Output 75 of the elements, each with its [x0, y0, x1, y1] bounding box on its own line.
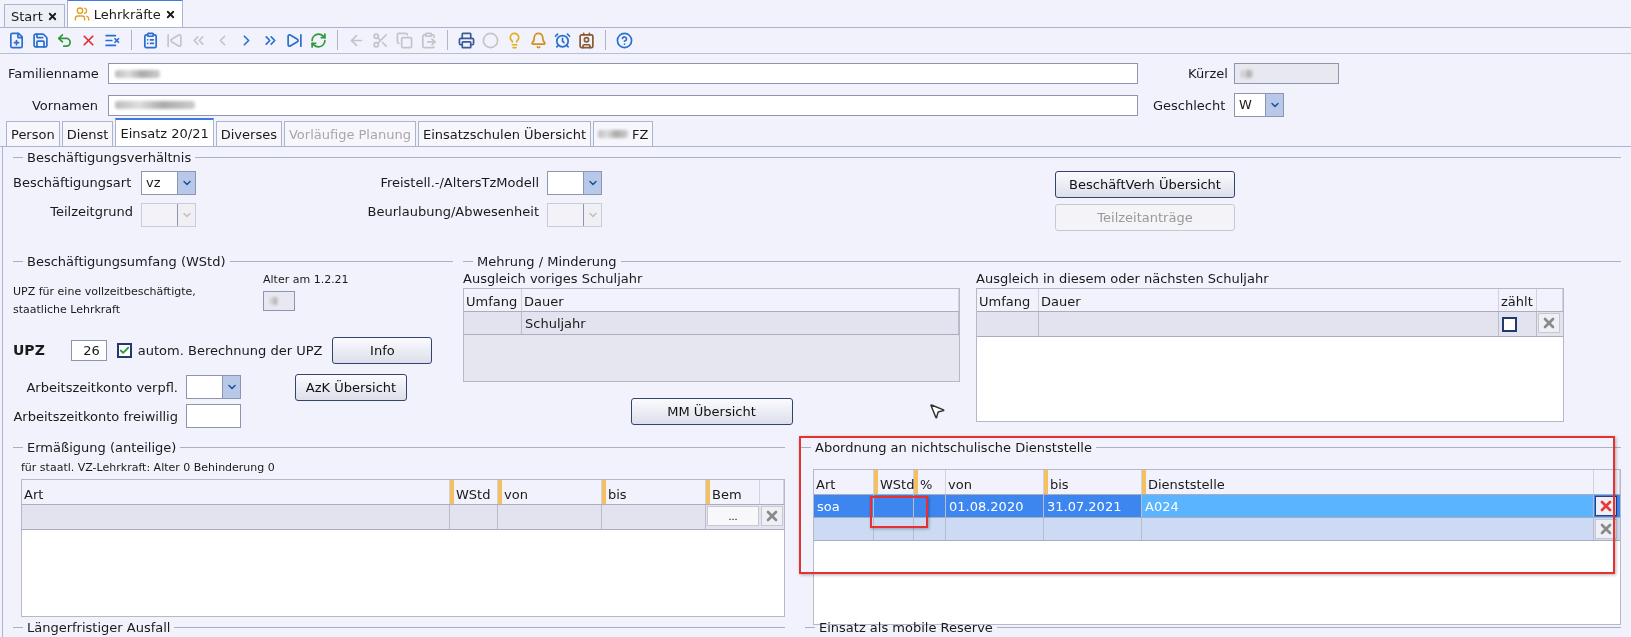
window-tab[interactable]: Start — [4, 4, 65, 27]
button[interactable]: MM Übersicht — [630, 398, 793, 425]
dropdown[interactable]: vz — [141, 171, 196, 195]
column-header: Art — [814, 470, 874, 494]
field-label: Vornamen — [30, 97, 99, 113]
dropdown[interactable]: W — [1234, 93, 1284, 118]
text-field[interactable] — [108, 63, 1138, 85]
button[interactable]: AzK Übersicht — [295, 373, 407, 401]
field-label: Beurlaubung/Abwesenheit — [367, 204, 539, 219]
delete-icon — [1541, 315, 1557, 331]
note-text: UPZ für eine vollzeitbeschäftigte, staatliche Lehrkraft — [13, 284, 197, 318]
tab[interactable]: Dienst — [61, 121, 114, 146]
section-title: Ermäßigung (anteilige) — [27, 439, 177, 455]
field-label: Arbeitszeitkonto verpfl. — [25, 379, 178, 395]
ellipsis-button[interactable]: ... — [707, 506, 759, 526]
table-title: Ausgleich in diesem oder nächsten Schuljahr — [976, 271, 1270, 286]
column-header: Art — [22, 480, 450, 504]
table-cell: soa — [814, 495, 874, 517]
text-field[interactable] — [263, 291, 295, 311]
field-label: Familienname — [8, 66, 100, 82]
blurred-text-drawing — [1241, 69, 1253, 78]
close-icon[interactable] — [164, 8, 176, 20]
dropdown[interactable] — [186, 375, 241, 399]
table-cell: Schuljahr — [522, 312, 959, 334]
checkbox[interactable] — [116, 342, 132, 358]
column-header: Dauer — [522, 289, 959, 311]
close-icon[interactable] — [46, 10, 58, 22]
tab[interactable]: Person — [6, 121, 60, 146]
window-tab[interactable]: Lehrkräfte — [66, 0, 183, 27]
section-title: Beschäftigungsumfang (WStd) — [27, 253, 226, 269]
tab[interactable]: FZ — [593, 121, 654, 146]
table-title: Ausgleich voriges Schuljahr — [463, 271, 644, 286]
checkbox[interactable] — [1502, 316, 1517, 332]
field-label: Alter am 1.2.21 — [263, 272, 349, 288]
checkbox-label: autom. Berechnung der UPZ — [137, 342, 323, 358]
field-label: Teilzeitgrund — [50, 204, 133, 219]
table-cell: 01.08.2020 — [946, 495, 1044, 517]
column-header: von — [946, 470, 1044, 494]
blurred-text-drawing — [598, 130, 628, 138]
field-label: Geschlecht — [1153, 97, 1227, 113]
field-label: UPZ — [13, 342, 45, 358]
delete-row-button[interactable] — [1595, 496, 1617, 516]
blurred-text-drawing — [270, 297, 278, 305]
column-header: zählt — [1499, 289, 1537, 311]
field-label: Kürzel — [1188, 66, 1229, 82]
column-header: Umfang — [977, 289, 1039, 311]
mouse-cursor-icon — [928, 402, 946, 420]
text-field[interactable] — [1234, 63, 1339, 85]
column-header: Dauer — [1039, 289, 1499, 311]
text-field[interactable] — [186, 404, 241, 428]
section-title: Einsatz als mobile Reserve — [819, 619, 993, 635]
text-field[interactable]: 26 — [70, 339, 107, 361]
section-title: Abordnung an nichtschulische Dienststelle — [815, 439, 1092, 455]
delete-icon — [1598, 521, 1614, 537]
dropdown[interactable] — [547, 171, 602, 195]
tab[interactable]: Diverses — [215, 121, 282, 146]
note-text: für staatl. VZ-Lehrkraft: Alter 0 Behinderung 0 — [21, 460, 276, 476]
section-title: Beschäftigungsverhältnis — [27, 149, 192, 165]
field-label: Arbeitszeitkonto freiwillig — [13, 408, 178, 424]
tab[interactable]: Einsatz 20/21 — [115, 118, 214, 146]
table-row[interactable]: soa 01.08.2020 31.07.2021 A024 — [814, 495, 1620, 518]
text-field[interactable] — [108, 94, 1138, 116]
section-title: Mehrung / Minderung — [477, 253, 617, 269]
field-label: Beschäftigungsart — [13, 175, 132, 190]
table-cell: A024 — [1142, 495, 1594, 517]
button[interactable]: BeschäftVerh Übersicht — [1055, 171, 1235, 198]
tab[interactable]: Einsatzschulen Übersicht — [417, 121, 591, 146]
delete-icon — [764, 508, 780, 524]
column-header: Umfang — [464, 289, 522, 311]
field-label: Freistell.-/AltersTzModell — [380, 175, 539, 190]
people-icon — [73, 6, 90, 22]
button[interactable]: Info — [332, 336, 433, 364]
delete-icon — [1598, 498, 1614, 514]
blurred-text-drawing — [115, 69, 160, 78]
section-title: Längerfristiger Ausfall — [27, 619, 171, 635]
